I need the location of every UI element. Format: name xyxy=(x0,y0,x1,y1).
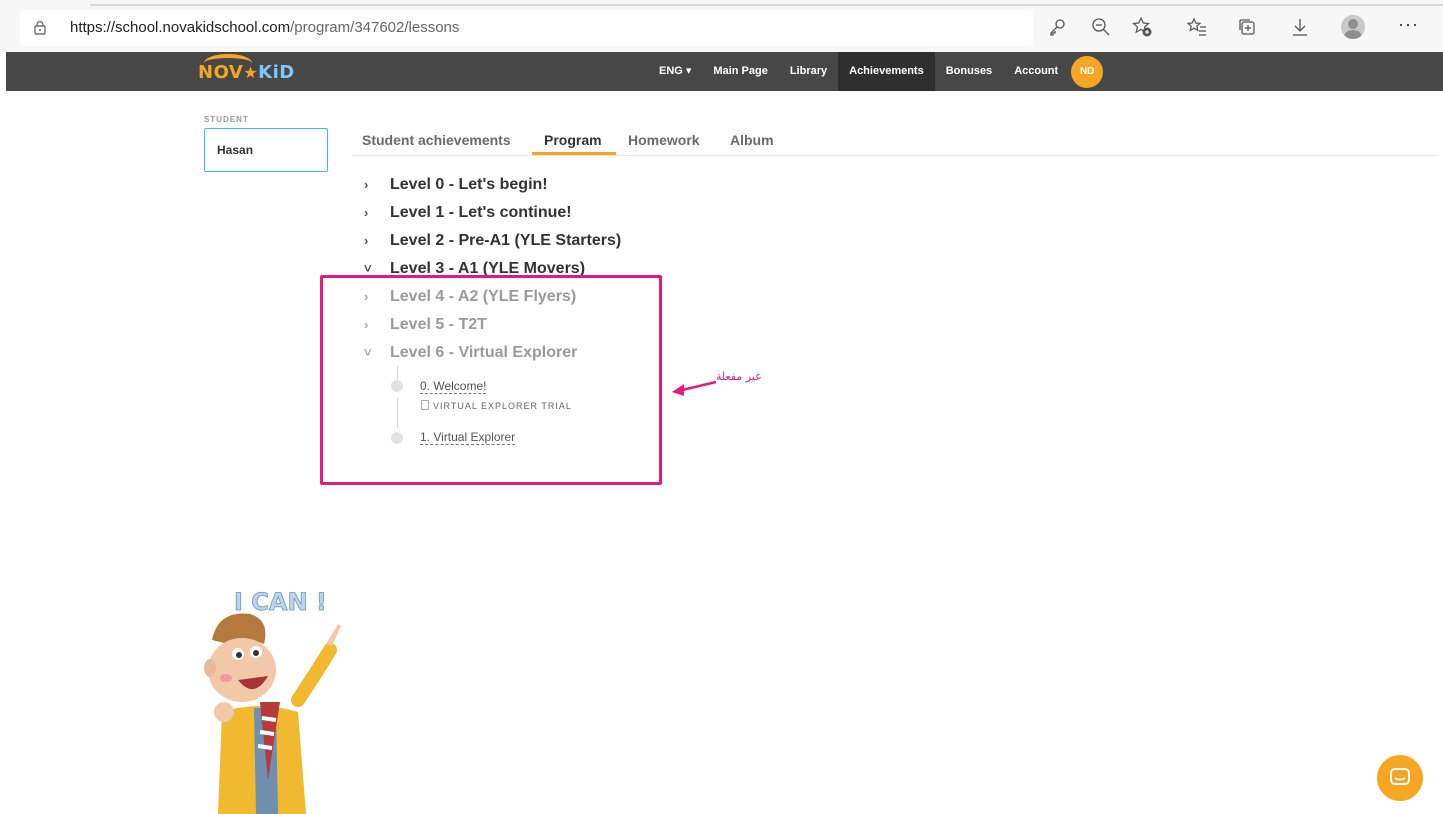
level-label: Level 0 - Let's begin! xyxy=(390,176,548,193)
tab-program[interactable]: Program xyxy=(544,132,602,148)
illustration-caption: I CAN ! xyxy=(234,588,327,616)
chevron-right-icon: › xyxy=(364,233,369,248)
main-nav: ENG ▾ Main Page Library Achievements Bon… xyxy=(648,52,1104,91)
nav-library[interactable]: Library xyxy=(779,52,838,91)
tab-album[interactable]: Album xyxy=(730,132,774,148)
site-info-icon[interactable] xyxy=(34,21,46,35)
collections-icon[interactable] xyxy=(1236,16,1258,38)
logo-kid: KiD xyxy=(258,62,295,83)
annotation-text: غير مفعلة xyxy=(716,370,761,383)
nav-bonuses[interactable]: Bonuses xyxy=(935,52,1003,91)
novakid-logo[interactable]: NOV★KiD xyxy=(198,54,298,90)
i-can-kid-illustration: I CAN ! xyxy=(204,588,341,814)
star-icon: ★ xyxy=(243,63,259,82)
add-favorite-icon[interactable] xyxy=(1131,16,1153,38)
student-selector[interactable]: Hasan xyxy=(204,128,328,172)
url-host: https://school.novakidschool.com xyxy=(70,19,291,36)
key-icon[interactable] xyxy=(1046,16,1068,38)
nav-account[interactable]: Account xyxy=(1003,52,1069,91)
student-label: STUDENT xyxy=(204,115,249,124)
url-path: /program/347602/lessons xyxy=(290,19,460,36)
student-name: Hasan xyxy=(217,143,254,157)
more-icon[interactable]: ··· xyxy=(1398,14,1419,35)
zoom-out-icon[interactable] xyxy=(1090,16,1112,38)
logo-nov: NOV xyxy=(198,62,244,83)
level-2-row[interactable]: › Level 2 - Pre-A1 (YLE Starters) xyxy=(364,232,621,250)
chat-icon xyxy=(1390,768,1410,785)
program-tabs: Student achievements Program Homework Al… xyxy=(352,128,1438,156)
active-tab-indicator xyxy=(532,152,616,155)
annotation-highlight-box xyxy=(320,275,662,485)
level-label: Level 2 - Pre-A1 (YLE Starters) xyxy=(390,232,622,249)
url-text[interactable]: https://school.novakidschool.com/program… xyxy=(70,19,459,36)
tab-student-achievements[interactable]: Student achievements xyxy=(362,132,511,148)
favorites-icon[interactable] xyxy=(1186,16,1208,38)
level-1-row[interactable]: › Level 1 - Let's continue! xyxy=(364,204,572,222)
chat-launcher-button[interactable] xyxy=(1377,755,1423,801)
tab-strip-edge xyxy=(90,4,1443,6)
level-label: Level 1 - Let's continue! xyxy=(390,204,572,221)
user-avatar[interactable]: ND xyxy=(1071,55,1104,88)
level-0-row[interactable]: › Level 0 - Let's begin! xyxy=(364,176,548,194)
download-icon[interactable] xyxy=(1289,16,1311,38)
chevron-down-icon: ˅ xyxy=(364,261,372,276)
nav-achievements[interactable]: Achievements xyxy=(838,52,935,91)
profile-icon[interactable] xyxy=(1341,15,1365,39)
browser-toolbar: https://school.novakidschool.com/program… xyxy=(0,0,1443,52)
tab-homework[interactable]: Homework xyxy=(628,132,700,148)
nav-main-page[interactable]: Main Page xyxy=(702,52,778,91)
language-dropdown[interactable]: ENG ▾ xyxy=(648,52,702,91)
chevron-right-icon: › xyxy=(364,177,369,192)
chevron-right-icon: › xyxy=(364,205,369,220)
logo-text: NOV★KiD xyxy=(198,62,295,83)
